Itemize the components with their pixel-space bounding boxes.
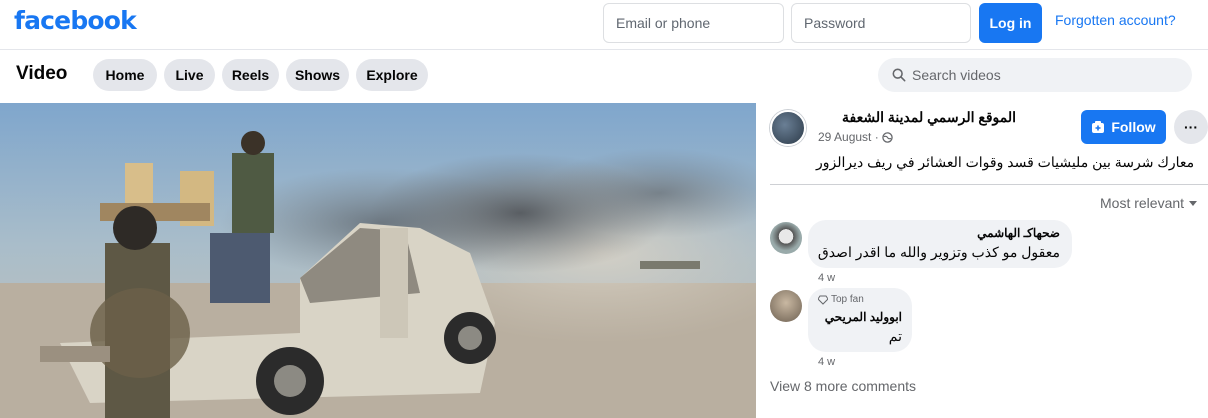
password-field[interactable] [791,3,971,43]
comment-text: تم [888,328,902,344]
follow-button[interactable]: Follow [1081,110,1166,144]
commenter-avatar[interactable] [770,222,802,254]
search-input[interactable] [912,67,1182,83]
comment-bubble: Top fan ابووليد المريحي تم [808,288,912,352]
top-bar: facebook Log in Forgotten account? [0,0,1208,50]
view-more-comments-link[interactable]: View 8 more comments [770,378,916,394]
sort-label: Most relevant [1100,195,1185,211]
post-panel: الموقع الرسمي لمدينة الشعفة 29 August · … [756,100,1208,418]
video-search[interactable] [878,58,1192,92]
follow-page-icon [1092,121,1105,133]
follow-label: Follow [1111,119,1156,135]
post-date[interactable]: 29 August · [818,130,879,144]
tab-reels[interactable]: Reels [222,59,279,91]
tab-shows[interactable]: Shows [286,59,349,91]
commenter-name[interactable]: ابووليد المريحي [825,310,902,324]
login-button[interactable]: Log in [979,3,1042,43]
divider [770,184,1208,185]
video-player[interactable] [0,103,756,418]
post-text: معارك شرسة بين مليشيات قسد وقوات العشائر… [816,154,1195,170]
commenter-name[interactable]: ضحهاكـ الهاشمي [977,226,1060,240]
top-fan-badge: Top fan [818,294,864,305]
page-avatar[interactable] [770,110,806,146]
page-title: Video [16,63,68,84]
search-icon [892,68,906,82]
comment-bubble: ضحهاكـ الهاشمي معقول مو كذب وتزوير والله… [808,220,1072,268]
globe-icon [881,131,893,143]
comment-sort-dropdown[interactable]: Most relevant [1100,195,1198,211]
top-fan-label: Top fan [831,294,864,305]
comment-time[interactable]: 4 w [818,272,835,284]
tab-home[interactable]: Home [93,59,157,91]
video-frame-image [0,103,756,418]
comment-text: معقول مو كذب وتزوير والله ما اقدر اصدق [817,244,1060,260]
tab-explore[interactable]: Explore [356,59,428,91]
page-name[interactable]: الموقع الرسمي لمدينة الشعفة [816,109,1016,126]
comment-time[interactable]: 4 w [818,356,835,368]
commenter-avatar[interactable] [770,290,802,322]
post-meta: 29 August · [818,130,893,144]
facebook-logo[interactable]: facebook [14,6,137,35]
diamond-icon [818,295,828,305]
more-options-button[interactable]: ··· [1174,110,1208,144]
email-field[interactable] [603,3,784,43]
video-nav-bar: Video Home Live Reels Shows Explore [0,50,1208,100]
caret-down-icon [1189,201,1198,206]
tab-live[interactable]: Live [164,59,215,91]
forgotten-account-link[interactable]: Forgotten account? [1055,12,1176,28]
